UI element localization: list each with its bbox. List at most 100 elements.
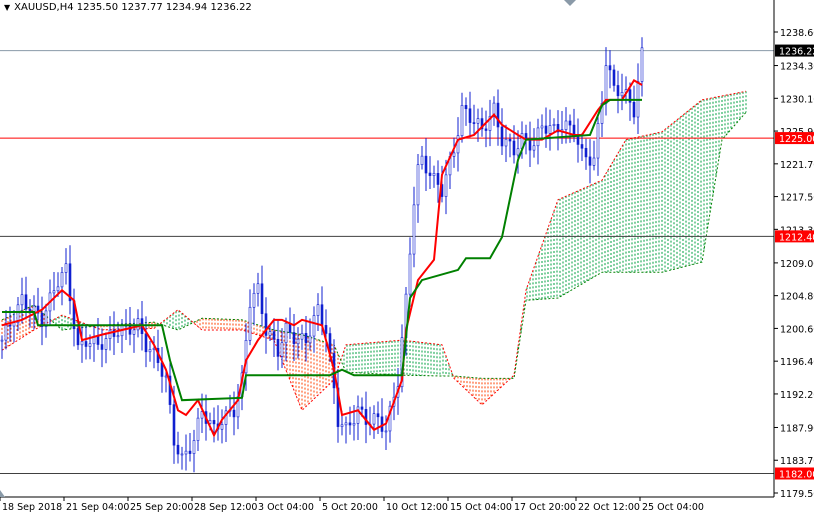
candle-body bbox=[616, 85, 620, 97]
candle-body bbox=[188, 450, 192, 454]
candle-body bbox=[184, 450, 188, 455]
candle-body bbox=[468, 108, 472, 123]
high-value: 1237.77 bbox=[121, 2, 163, 13]
candle-body bbox=[164, 375, 168, 378]
candle-body bbox=[408, 253, 412, 295]
candle-body bbox=[4, 324, 8, 341]
candle-body bbox=[304, 333, 308, 344]
candle-body bbox=[548, 125, 552, 134]
candle-body bbox=[580, 144, 584, 149]
candle-body bbox=[432, 173, 436, 176]
x-tick-label: 25 Sep 20:00 bbox=[130, 502, 193, 513]
y-tick-label: 1230.10 bbox=[780, 94, 814, 105]
candle-body bbox=[584, 147, 588, 158]
candle-body bbox=[308, 335, 312, 344]
candle-body bbox=[620, 92, 624, 97]
horizontal-lines bbox=[0, 50, 774, 474]
candle-body bbox=[512, 140, 516, 156]
candle-body bbox=[484, 128, 488, 131]
candle-body bbox=[640, 47, 644, 82]
candle-body bbox=[128, 325, 132, 335]
candle-body bbox=[384, 430, 388, 433]
candle-body bbox=[592, 157, 596, 166]
candle-body bbox=[516, 148, 520, 156]
candle-body bbox=[256, 283, 260, 294]
x-tick-label: 21 Sep 04:00 bbox=[66, 502, 129, 513]
x-tick-label: 25 Oct 04:00 bbox=[642, 502, 704, 513]
candle-body bbox=[176, 444, 180, 455]
low-value: 1234.94 bbox=[165, 2, 208, 13]
y-tick-label: 1209.00 bbox=[780, 259, 814, 270]
candle-body bbox=[372, 413, 376, 425]
x-tick-label: 22 Oct 12:00 bbox=[578, 502, 640, 513]
candles bbox=[0, 37, 644, 473]
candle-body bbox=[528, 138, 532, 151]
y-tick-label: 1217.50 bbox=[780, 193, 814, 204]
candle-body bbox=[44, 310, 48, 327]
price-tag-label: 1236.22 bbox=[779, 47, 814, 58]
price-tag-label: 1182.00 bbox=[779, 469, 814, 480]
candle-body bbox=[212, 420, 216, 425]
x-tick-label: 17 Oct 20:00 bbox=[514, 502, 576, 513]
ichimoku-cloud bbox=[1, 90, 747, 412]
candle-body bbox=[132, 329, 136, 335]
candle-body bbox=[532, 145, 536, 151]
candle-body bbox=[272, 331, 276, 340]
candle-body bbox=[536, 127, 540, 147]
y-tick-label: 1221.70 bbox=[780, 160, 814, 171]
candle-body bbox=[452, 152, 456, 157]
candle-body bbox=[232, 409, 236, 418]
candle-body bbox=[52, 290, 56, 294]
candle-body bbox=[596, 123, 600, 159]
candle-body bbox=[20, 294, 24, 306]
x-tick-label: 5 Oct 20:00 bbox=[322, 502, 378, 513]
x-tick-label: 28 Sep 12:00 bbox=[194, 502, 257, 513]
candle-body bbox=[80, 341, 84, 346]
candle-body bbox=[252, 292, 256, 308]
candle-body bbox=[96, 336, 100, 345]
candle-body bbox=[220, 424, 224, 430]
candle-body bbox=[56, 286, 60, 292]
candle-body bbox=[380, 416, 384, 432]
scroll-marker-icon bbox=[0, 490, 5, 497]
candle-body bbox=[60, 272, 64, 288]
candle-body bbox=[320, 304, 324, 326]
x-tick-label: 3 Oct 04:00 bbox=[258, 502, 314, 513]
candle-body bbox=[344, 422, 348, 426]
chart-window[interactable]: 1238.601234.301230.101225.901221.701217.… bbox=[0, 0, 814, 514]
candle-body bbox=[464, 105, 468, 110]
candle-body bbox=[296, 338, 300, 345]
candle-body bbox=[144, 333, 148, 353]
candle-body bbox=[84, 341, 88, 347]
symbol-header: ▼ XAUUSD,H4 1235.50 1237.77 1234.94 1236.… bbox=[4, 2, 252, 13]
candle-body bbox=[8, 324, 12, 327]
y-tick-label: 1234.30 bbox=[780, 62, 814, 73]
candle-body bbox=[300, 333, 304, 340]
candle-body bbox=[476, 118, 480, 124]
candle-body bbox=[180, 453, 184, 456]
candle-body bbox=[172, 404, 176, 446]
y-tick-label: 1238.60 bbox=[780, 28, 814, 39]
candle-body bbox=[312, 315, 316, 337]
candle-body bbox=[472, 122, 476, 124]
candle-body bbox=[284, 322, 288, 344]
chart-shift-marker-icon[interactable] bbox=[564, 0, 576, 6]
candle-body bbox=[196, 417, 200, 441]
y-tick-label: 1183.70 bbox=[780, 456, 814, 467]
candle-body bbox=[360, 406, 364, 410]
y-tick-label: 1179.50 bbox=[780, 489, 814, 500]
candle-body bbox=[0, 339, 4, 342]
candle-body bbox=[576, 136, 580, 145]
candle-body bbox=[460, 105, 464, 137]
candle-body bbox=[608, 65, 612, 71]
candle-body bbox=[564, 120, 568, 130]
candle-body bbox=[436, 173, 440, 185]
candle-body bbox=[108, 329, 112, 339]
candle-body bbox=[376, 413, 380, 418]
candle-body bbox=[192, 440, 196, 454]
dropdown-triangle-icon[interactable]: ▼ bbox=[4, 3, 10, 12]
candle-body bbox=[280, 342, 284, 357]
candle-body bbox=[260, 283, 264, 315]
price-chart[interactable]: 1238.601234.301230.101225.901221.701217.… bbox=[0, 0, 814, 514]
candle-body bbox=[496, 102, 500, 128]
